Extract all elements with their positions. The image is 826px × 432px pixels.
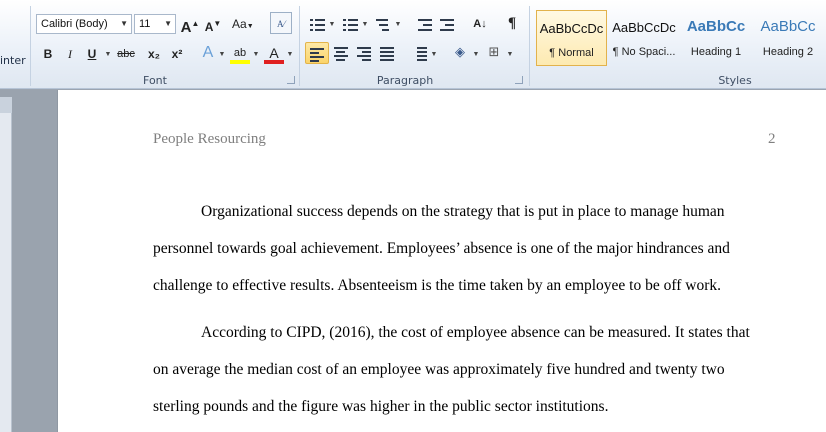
italic-button[interactable]: I: [60, 43, 80, 65]
font-color-dropdown-icon[interactable]: ▼: [286, 43, 294, 65]
style-name: Heading 2: [762, 46, 814, 58]
line-spacing-dropdown-icon[interactable]: ▼: [430, 43, 438, 65]
style-sample: AaBbCcDc: [539, 21, 604, 36]
increase-indent-icon[interactable]: [440, 18, 456, 32]
line-spacing-icon[interactable]: [412, 46, 428, 61]
subscript-button[interactable]: x₂: [144, 43, 164, 65]
group-separator: [299, 6, 300, 86]
show-marks-button[interactable]: ¶: [502, 12, 522, 34]
vertical-ruler: [0, 97, 12, 432]
highlight-dropdown-icon[interactable]: ▼: [252, 43, 260, 65]
borders-dropdown-icon[interactable]: ▼: [506, 43, 514, 65]
align-left-icon: [310, 47, 326, 62]
paragraph-line: sterling pounds and the figure was highe…: [153, 398, 609, 415]
text-effects-dropdown-icon[interactable]: ▼: [218, 43, 226, 65]
font-size-value: 11: [139, 18, 151, 30]
chevron-down-icon: ▼: [164, 19, 172, 28]
underline-dropdown-icon[interactable]: ▼: [104, 43, 112, 65]
sort-icon[interactable]: A↓: [470, 13, 490, 35]
font-color-button[interactable]: A: [264, 42, 284, 64]
text-effects-button[interactable]: A: [198, 42, 218, 64]
bold-button[interactable]: B: [38, 43, 58, 65]
bullets-dropdown-icon[interactable]: ▼: [328, 13, 336, 35]
shading-dropdown-icon[interactable]: ▼: [472, 43, 480, 65]
paragraph-line: personnel towards goal achievement. Empl…: [153, 240, 730, 257]
bullets-icon[interactable]: [310, 18, 326, 32]
paragraph-group-label: Paragraph: [376, 74, 434, 87]
strikethrough-button[interactable]: abc: [116, 43, 136, 65]
style-normal[interactable]: AaBbCcDc ¶ Normal: [536, 10, 607, 66]
style-sample: AaBbCc: [760, 18, 816, 35]
style-no-spacing[interactable]: AaBbCcDc ¶ No Spaci...: [608, 10, 680, 66]
clipboard-painter-label[interactable]: inter: [0, 54, 26, 67]
shading-icon[interactable]: ◈: [450, 42, 470, 64]
ribbon: inter Calibri (Body) ▼ 11 ▼ A▲ A▼ Aa▼ A⁄…: [0, 0, 826, 89]
page-number: 2: [768, 131, 776, 147]
page-header-title: People Resourcing: [153, 131, 266, 147]
clear-formatting-icon[interactable]: A⁄: [270, 12, 292, 34]
align-center-icon[interactable]: [334, 46, 350, 61]
paragraph-line: According to CIPD, (2016), the cost of e…: [201, 324, 750, 341]
multilevel-dropdown-icon[interactable]: ▼: [394, 13, 402, 35]
style-sample: AaBbCcDc: [612, 20, 676, 35]
borders-icon[interactable]: ⊞: [484, 42, 504, 64]
group-separator: [30, 6, 31, 86]
numbering-dropdown-icon[interactable]: ▼: [361, 13, 369, 35]
font-name-value: Calibri (Body): [41, 18, 108, 30]
numbering-icon[interactable]: [343, 18, 359, 32]
style-name: ¶ No Spaci...: [612, 46, 676, 58]
highlight-button[interactable]: ab: [230, 42, 250, 64]
align-left-button[interactable]: [305, 42, 329, 64]
style-heading-1[interactable]: AaBbCc Heading 1: [680, 10, 752, 66]
grow-font-button[interactable]: A▲: [180, 13, 200, 36]
chevron-down-icon: ▼: [120, 19, 128, 28]
paragraph-line: challenge to effective results. Absentee…: [153, 277, 722, 294]
shrink-font-button[interactable]: A▼: [203, 13, 223, 35]
paragraph-line: on average the median cost of an employe…: [153, 361, 725, 378]
vertical-ruler-margin: [0, 97, 12, 113]
paragraph-dialog-launcher-icon[interactable]: [515, 76, 523, 84]
decrease-indent-icon[interactable]: [418, 18, 434, 32]
document-page[interactable]: People Resourcing 2 Organizational succe…: [57, 90, 826, 432]
align-right-icon[interactable]: [357, 46, 373, 61]
underline-button[interactable]: U: [82, 43, 102, 65]
style-sample: AaBbCc: [686, 18, 746, 35]
font-name-combo[interactable]: Calibri (Body) ▼: [36, 14, 132, 34]
font-dialog-launcher-icon[interactable]: [287, 76, 295, 84]
style-name: Heading 1: [690, 46, 742, 58]
style-heading-2[interactable]: AaBbCc Heading 2: [752, 10, 824, 66]
paragraph-line: Organizational success depends on the st…: [201, 203, 725, 220]
styles-group-label: Styles: [718, 74, 752, 87]
font-group-label: Font: [143, 74, 167, 87]
group-separator: [529, 6, 530, 86]
superscript-button[interactable]: x²: [167, 43, 187, 65]
style-name: ¶ Normal: [549, 47, 594, 59]
change-case-button[interactable]: Aa▼: [232, 13, 254, 35]
justify-icon[interactable]: [380, 46, 396, 61]
multilevel-list-icon[interactable]: [376, 18, 392, 32]
font-size-combo[interactable]: 11 ▼: [134, 14, 176, 34]
